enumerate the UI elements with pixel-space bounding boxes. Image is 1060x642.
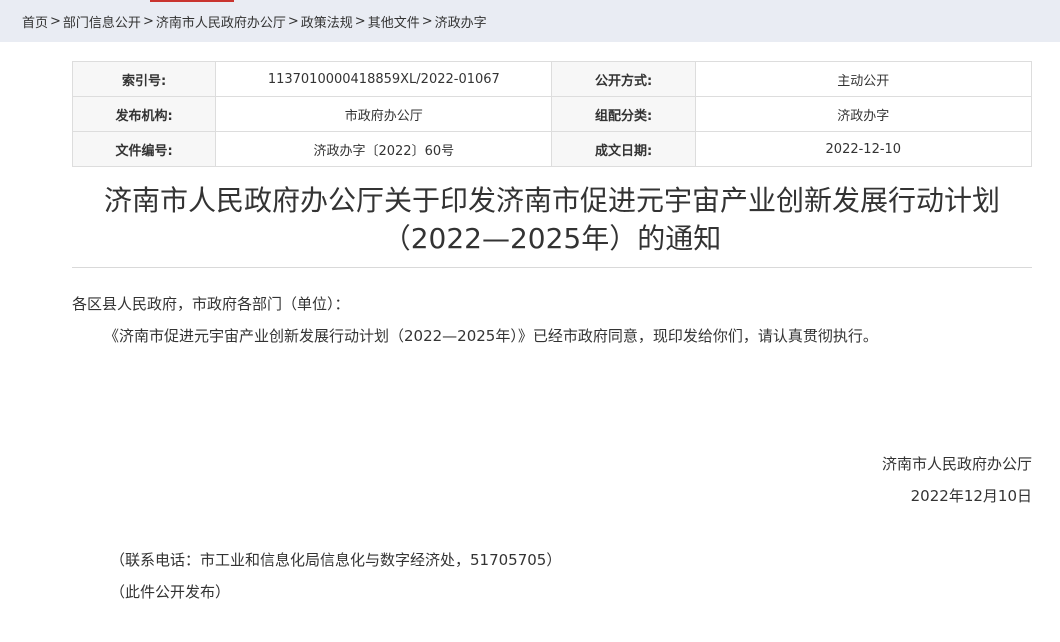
contact-info: （联系电话：市工业和信息化局信息化与数字经济处，51705705） — [110, 551, 562, 569]
breadcrumb-separator: > — [287, 13, 299, 29]
page-title-line-2: （2022—2025年）的通知 — [382, 222, 722, 255]
page-title: 济南市人民政府办公厅关于印发济南市促进元宇宙产业创新发展行动计划 （2022—2… — [72, 182, 1032, 258]
publisher-value: 市政府办公厅 — [215, 96, 553, 132]
breadcrumb-separator: > — [142, 13, 154, 29]
disclosure-label: 公开方式: — [551, 61, 696, 97]
index-label: 索引号: — [71, 61, 217, 97]
category-value: 济政办字 — [694, 96, 1033, 132]
breadcrumb-separator: > — [50, 13, 61, 29]
issue-date: 2022年12月10日 — [910, 487, 1032, 505]
salutation: 各区县人民政府，市政府各部门（单位）： — [72, 295, 350, 313]
index-value: 1137010000418859XL/2022-01067 — [215, 61, 553, 97]
breadcrumb-item-office[interactable]: 济南市人民政府办公厅 — [156, 12, 286, 31]
date-label: 成文日期: — [551, 131, 696, 167]
breadcrumb-item-dept-info[interactable]: 部门信息公开 — [63, 12, 141, 31]
document-metadata-table: 索引号: 1137010000418859XL/2022-01067 公开方式:… — [71, 61, 1033, 167]
docno-label: 文件编号: — [71, 131, 217, 167]
date-value: 2022-12-10 — [694, 131, 1033, 167]
breadcrumb-separator: > — [354, 13, 366, 29]
nav-accent-line — [150, 0, 234, 2]
breadcrumb-item-policy[interactable]: 政策法规 — [301, 12, 353, 31]
table-row: 发布机构: 市政府办公厅 组配分类: 济政办字 — [71, 96, 1033, 132]
table-row: 文件编号: 济政办字〔2022〕60号 成文日期: 2022-12-10 — [71, 131, 1033, 167]
breadcrumb-separator: > — [421, 13, 433, 29]
publisher-label: 发布机构: — [71, 96, 217, 132]
docno-value: 济政办字〔2022〕60号 — [215, 131, 553, 167]
breadcrumb-item-current[interactable]: 济政办字 — [435, 12, 487, 31]
table-row: 索引号: 1137010000418859XL/2022-01067 公开方式:… — [71, 61, 1033, 97]
body-paragraph: 《济南市促进元宇宙产业创新发展行动计划（2022—2025年）》已经市政府同意，… — [104, 327, 878, 345]
title-divider — [72, 267, 1032, 268]
disclosure-value: 主动公开 — [694, 61, 1033, 97]
category-label: 组配分类: — [551, 96, 696, 132]
breadcrumb-item-other-files[interactable]: 其他文件 — [368, 12, 420, 31]
publish-note: （此件公开发布） — [110, 583, 231, 601]
breadcrumb-item-home[interactable]: 首页 — [22, 12, 48, 31]
breadcrumb: 首页 > 部门信息公开 > 济南市人民政府办公厅 > 政策法规 > 其他文件 >… — [0, 0, 1060, 42]
page-title-line-1: 济南市人民政府办公厅关于印发济南市促进元宇宙产业创新发展行动计划 — [103, 184, 1000, 217]
issuer-signature: 济南市人民政府办公厅 — [881, 455, 1032, 473]
